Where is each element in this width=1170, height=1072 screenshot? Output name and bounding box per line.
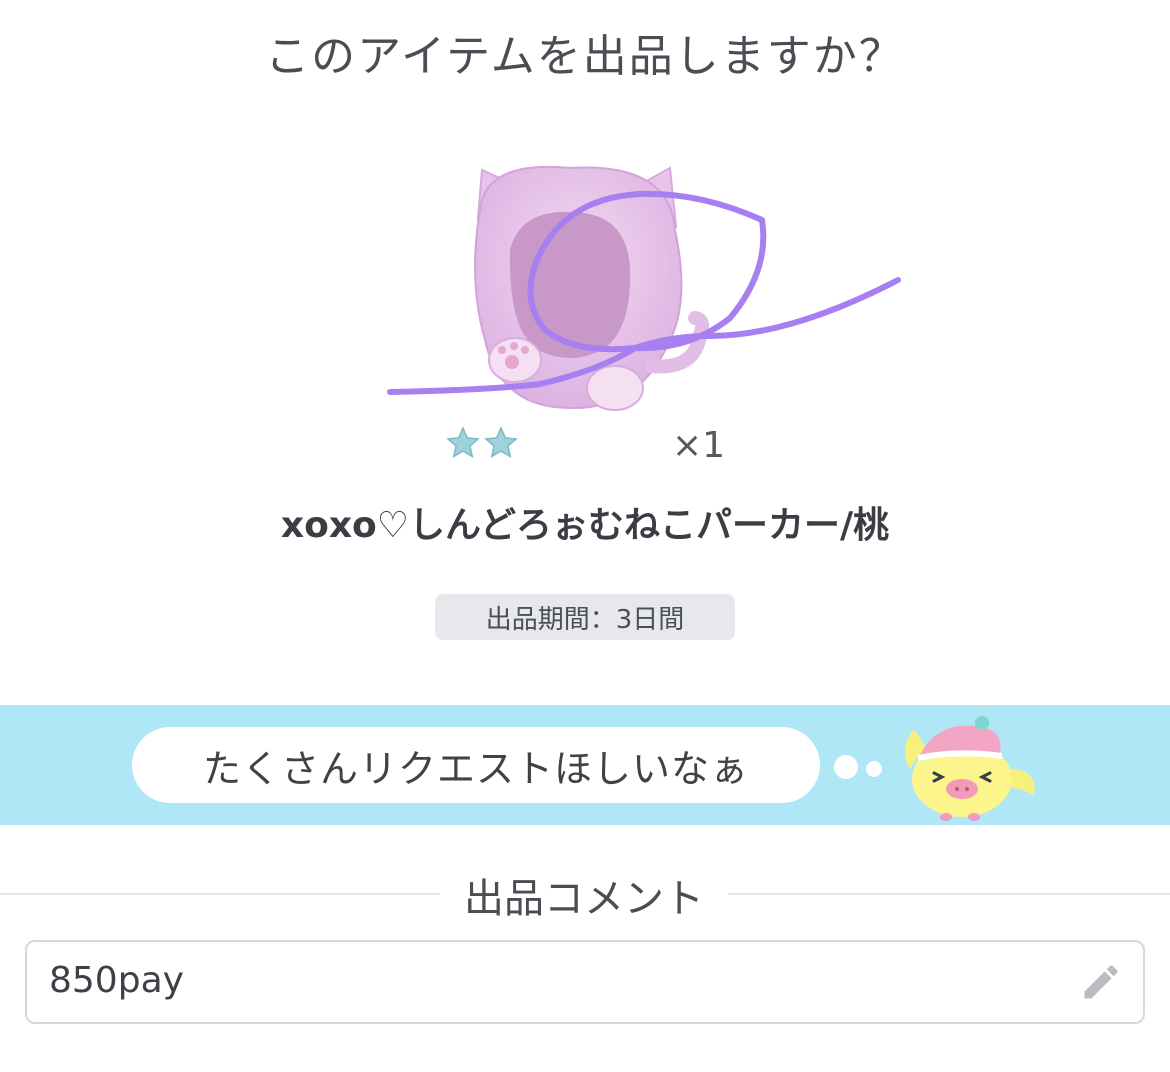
listing-period-badge: 出品期間：3日間 [435,594,735,640]
star-icon [484,426,518,459]
bubble-dot [834,755,858,779]
comment-field-value[interactable]: 850pay [49,960,184,1001]
listing-period-text: 出品期間：3日間 [485,604,685,635]
comment-section-label: 出品コメント [464,876,704,922]
divider-line [0,893,440,895]
divider-line [728,893,1170,895]
speech-bubble-text: たくさんリクエストほしいなぁ [202,746,749,791]
mascot-banner: たくさんリクエストほしいなぁ [0,705,1170,825]
bird-mascot-icon [888,709,1038,821]
comment-field[interactable]: 850pay [25,940,1145,1024]
dialog-title: このアイテムを出品しますか？ [265,31,905,82]
item-image [370,140,930,440]
pencil-icon[interactable] [1079,960,1123,1004]
item-quantity: ×1 [672,425,726,466]
bubble-dot [866,761,882,777]
right-paw [586,365,644,411]
item-name: xoxo♡しんどろぉむねこパーカー/桃 [280,505,890,546]
star-icon [446,426,480,459]
speech-bubble: たくさんリクエストほしいなぁ [132,727,820,803]
rarity-stars [445,425,519,465]
